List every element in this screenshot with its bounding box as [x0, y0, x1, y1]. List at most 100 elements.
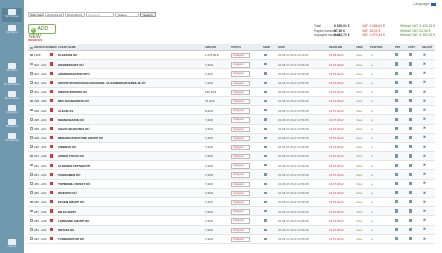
view-link[interactable]: View: [356, 99, 362, 103]
pdf-download-icon[interactable]: [395, 154, 398, 158]
status-select[interactable]: Unpayed: [231, 181, 250, 188]
copy-icon[interactable]: [409, 80, 412, 85]
view-link[interactable]: View: [356, 237, 362, 241]
position-icon[interactable]: ••: [371, 72, 373, 76]
status-select[interactable]: Unpayed: [231, 154, 250, 160]
row-checkbox[interactable]: [30, 71, 33, 75]
language-selector[interactable]: Language:: [413, 2, 436, 6]
invoice-number[interactable]: 1366: [34, 53, 40, 57]
client-name[interactable]: TOPMOBILI INVEST OÜ: [58, 182, 90, 186]
invoice-number[interactable]: 298 - A99: [34, 99, 46, 103]
pdf-download-icon[interactable]: [395, 172, 398, 176]
delete-icon[interactable]: ✖: [423, 126, 426, 130]
pdf-download-icon[interactable]: [395, 71, 398, 75]
client-name[interactable]: GROUP MUUSEVIANA RAHVASEL JA SANDEMARJAR…: [58, 81, 146, 85]
row-checkbox[interactable]: [30, 108, 33, 112]
row-checkbox[interactable]: [30, 53, 33, 57]
status-select[interactable]: Unpayed: [231, 236, 250, 243]
envelope-icon[interactable]: [264, 219, 267, 222]
pdf-download-icon[interactable]: [395, 200, 398, 204]
invoice-number[interactable]: 298 - A53: [34, 145, 46, 149]
copy-icon[interactable]: [409, 126, 412, 130]
view-link[interactable]: View: [356, 109, 362, 113]
envelope-icon[interactable]: [264, 164, 267, 167]
envelope-icon[interactable]: [264, 63, 267, 66]
position-icon[interactable]: ••: [371, 109, 373, 113]
delete-icon[interactable]: ✖: [423, 191, 426, 195]
row-checkbox[interactable]: [30, 200, 33, 204]
select-all-checkbox[interactable]: [30, 46, 33, 50]
delete-icon[interactable]: ✖: [423, 53, 426, 57]
client-name[interactable]: ALEVID AS: [58, 109, 73, 113]
client-name[interactable]: SHAVA SEADUSES OÜ: [58, 127, 89, 131]
client-name[interactable]: DB ELUGPPI: [58, 210, 76, 214]
copy-icon[interactable]: [409, 209, 412, 213]
sidebar-item-goods[interactable]: My goods: [2, 104, 22, 118]
copy-icon[interactable]: [409, 218, 412, 222]
delete-icon[interactable]: ✖: [423, 163, 426, 167]
sidebar-item-purchases[interactable]: My purchases: [2, 76, 22, 90]
status-select[interactable]: Unpayed: [231, 62, 250, 68]
copy-icon[interactable]: [409, 237, 412, 241]
copy-icon[interactable]: [409, 62, 412, 66]
delete-icon[interactable]: ✖: [423, 71, 426, 75]
client-name[interactable]: WARDEESOFT OÜ: [58, 63, 84, 67]
row-checkbox[interactable]: [30, 228, 33, 231]
pdf-download-icon[interactable]: [395, 90, 398, 94]
delete-icon[interactable]: ✖: [423, 99, 426, 103]
pdf-download-icon[interactable]: [395, 108, 398, 112]
client-name[interactable]: MIIV RAAMANDUS OÜ: [58, 99, 89, 103]
status-select[interactable]: Unpayed: [231, 71, 250, 77]
pdf-download-icon[interactable]: [395, 227, 398, 232]
copy-icon[interactable]: [409, 90, 412, 94]
row-checkbox[interactable]: [30, 81, 33, 84]
col-date[interactable]: DATE: [278, 46, 285, 49]
invoice-number[interactable]: 291 - A45: [34, 154, 46, 158]
status-select[interactable]: Unpayed: [231, 108, 250, 114]
copy-icon[interactable]: [409, 145, 412, 149]
keyword-input[interactable]: Keyword: [86, 12, 114, 17]
invoice-number[interactable]: 302 - A32: [34, 72, 46, 76]
delete-icon[interactable]: ✖: [423, 135, 426, 139]
envelope-icon[interactable]: [264, 99, 267, 103]
row-checkbox[interactable]: [30, 117, 33, 121]
copy-icon[interactable]: [409, 227, 412, 232]
invoice-number[interactable]: 287 - A34: [34, 210, 46, 214]
view-link[interactable]: View: [356, 200, 362, 204]
pdf-download-icon[interactable]: [395, 62, 398, 66]
envelope-icon[interactable]: [264, 127, 267, 130]
client-name[interactable]: ANIBRAS OÜ: [58, 145, 76, 149]
view-link[interactable]: View: [356, 145, 362, 149]
client-name[interactable]: KLEEKON OÜ: [58, 53, 77, 57]
position-icon[interactable]: ••: [371, 182, 373, 186]
position-icon[interactable]: ••: [371, 173, 373, 177]
start-date-input[interactable]: 2013-04-23: [45, 12, 64, 17]
position-icon[interactable]: ••: [371, 237, 373, 241]
delete-icon[interactable]: ✖: [423, 237, 426, 241]
copy-icon[interactable]: [409, 53, 412, 57]
position-icon[interactable]: ••: [371, 127, 373, 131]
pdf-download-icon[interactable]: [395, 80, 398, 85]
client-name[interactable]: TURBOMOTOR OÜ: [58, 237, 84, 241]
invoice-number[interactable]: 280 - A32: [34, 200, 46, 204]
client-name[interactable]: ALDEHER AKTIVBOUTI: [58, 164, 90, 168]
search-button[interactable]: Search: [140, 12, 156, 17]
logout-button[interactable]: Log out: [2, 238, 22, 252]
add-new-button[interactable]: + ADD NEW: [28, 24, 56, 40]
invoice-number[interactable]: 298 - A42: [34, 136, 46, 140]
row-checkbox[interactable]: [30, 136, 33, 139]
envelope-icon[interactable]: [264, 72, 267, 75]
position-icon[interactable]: ••: [371, 81, 373, 85]
view-link[interactable]: View: [356, 210, 362, 214]
envelope-icon[interactable]: [264, 210, 267, 213]
status-select[interactable]: Unpayed: [231, 144, 250, 151]
invoice-number[interactable]: 284 - A32: [34, 228, 46, 232]
envelope-icon[interactable]: [264, 145, 267, 149]
invoice-number[interactable]: 302 - A31: [34, 63, 46, 67]
row-checkbox[interactable]: [30, 145, 33, 149]
status-select[interactable]: Unpayed: [231, 163, 250, 169]
pdf-download-icon[interactable]: [395, 163, 398, 167]
copy-icon[interactable]: [409, 191, 412, 195]
position-icon[interactable]: ••: [371, 154, 373, 158]
delete-icon[interactable]: ✖: [423, 62, 426, 66]
